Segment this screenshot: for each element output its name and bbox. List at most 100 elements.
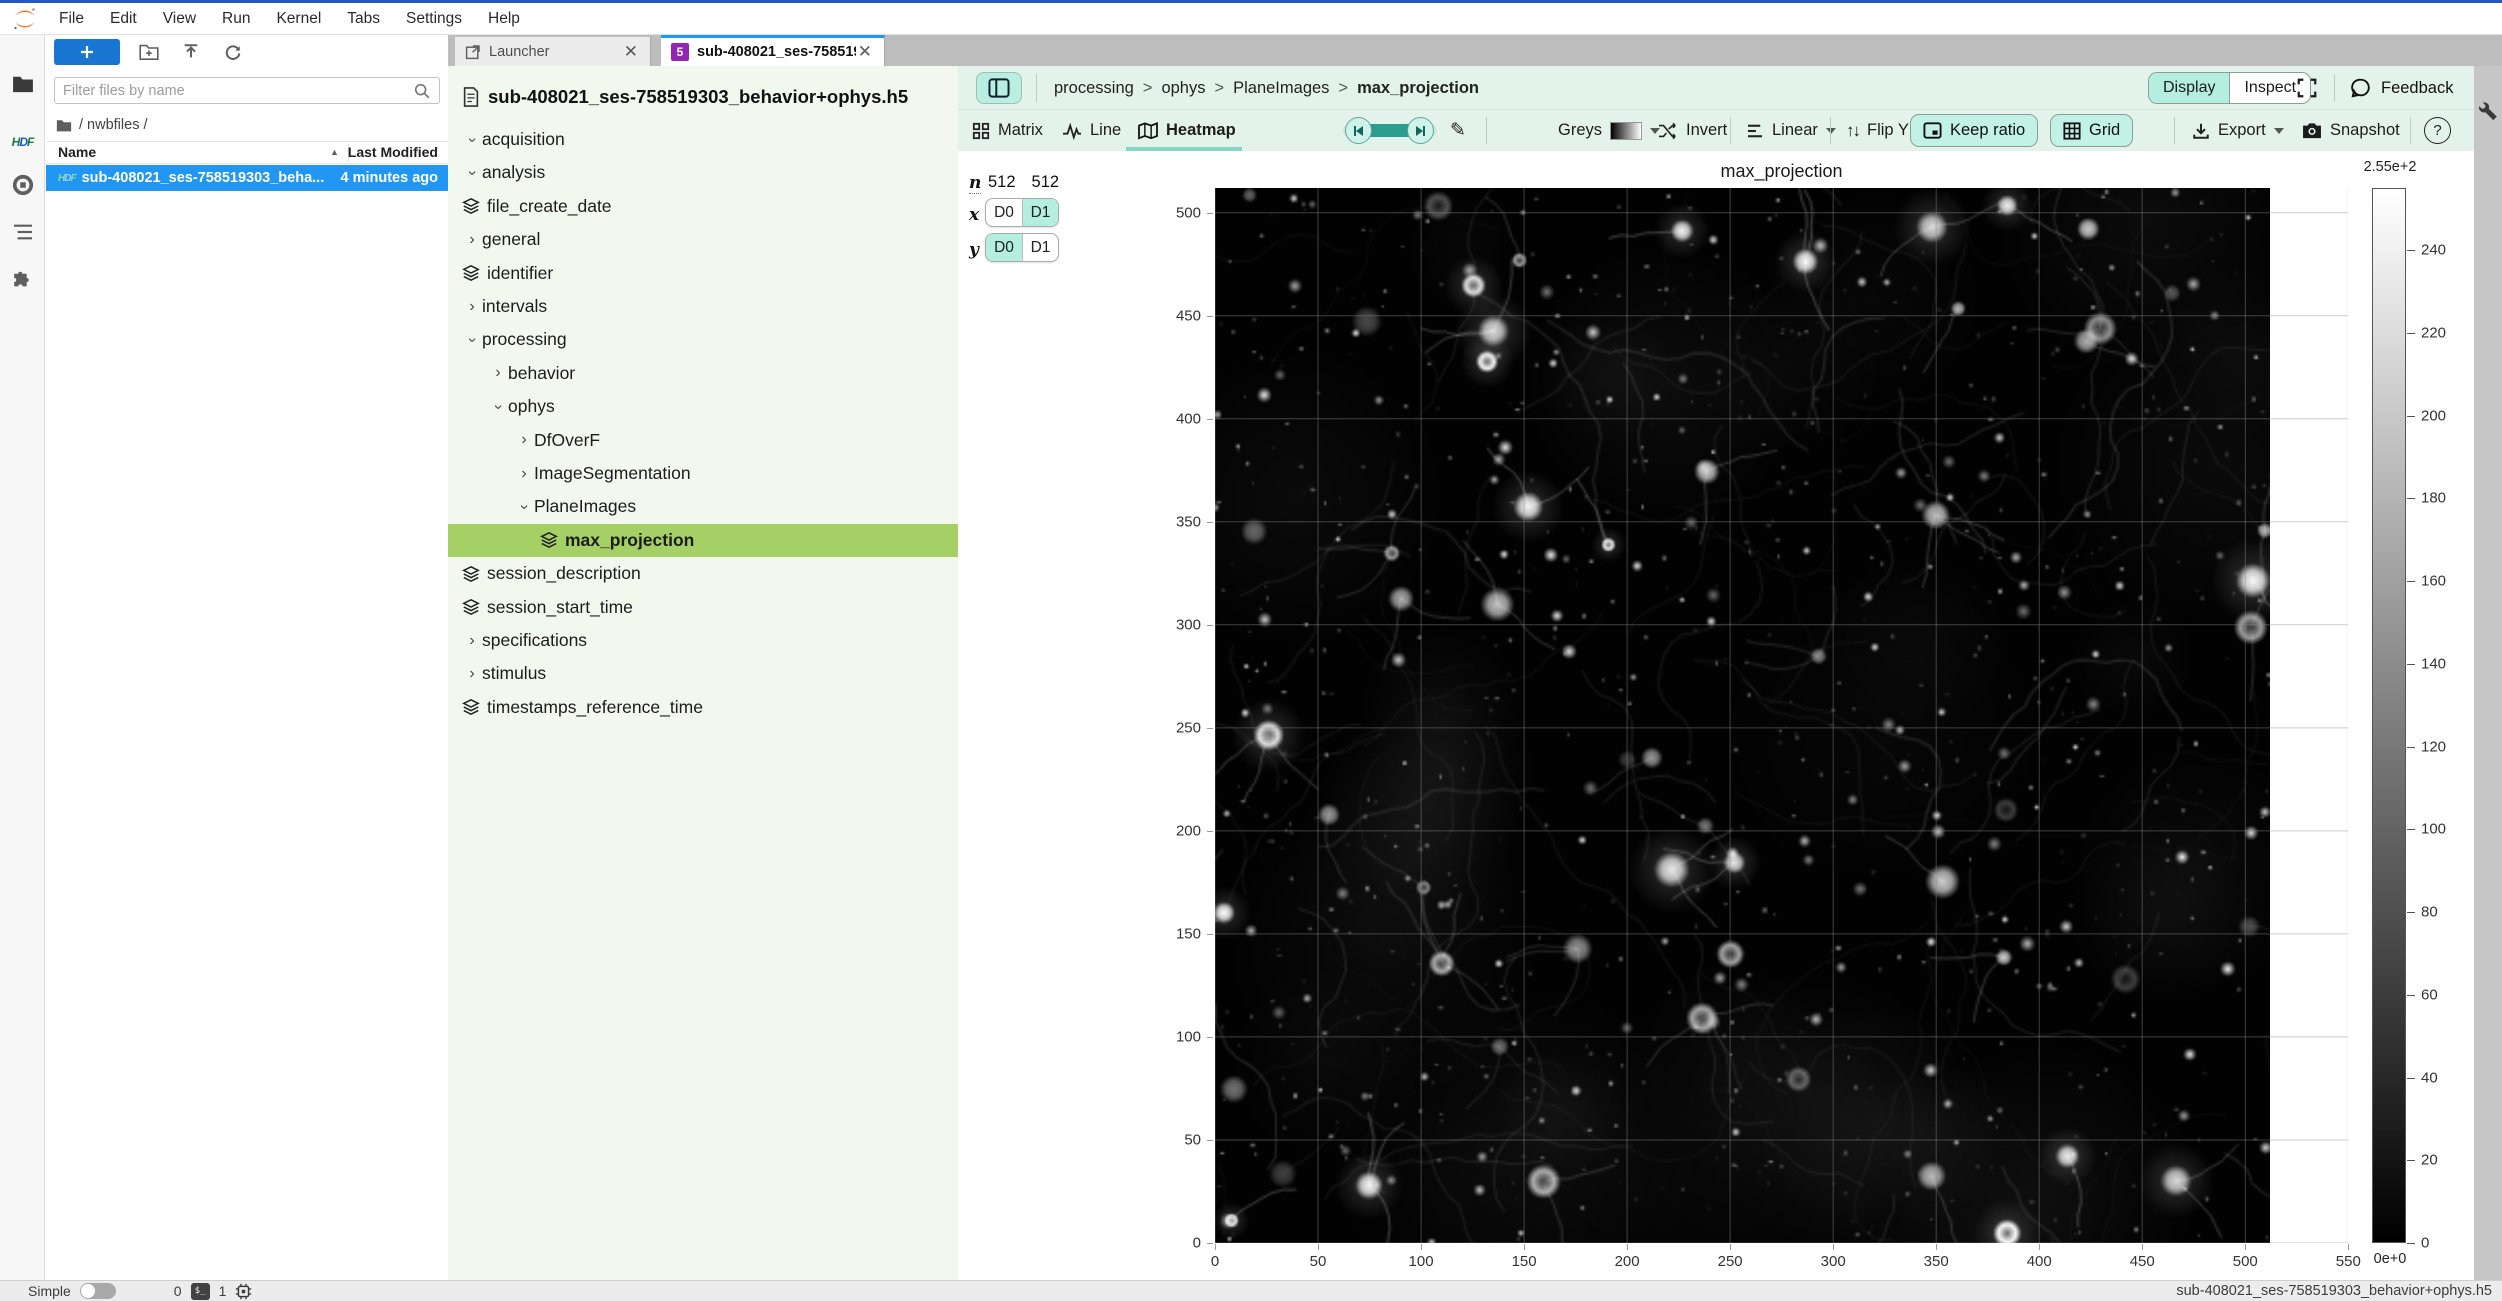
tab-label: sub-408021_ses-7585193: [697, 44, 856, 60]
modified-column-header[interactable]: Last Modified: [348, 144, 438, 160]
x-tick-label: 300: [1821, 1253, 1846, 1270]
vis-tab-heatmap[interactable]: Heatmap: [1138, 110, 1236, 151]
hdf5-viewer-icon[interactable]: HDF: [0, 125, 45, 159]
file-browser-toolbar: [46, 35, 448, 69]
file-name: sub-408021_ses-758519303_beha...: [82, 170, 341, 186]
y-tick-label: 100: [1176, 1028, 1201, 1045]
x-dim-option-D0[interactable]: D0: [986, 199, 1022, 226]
vis-tab-line[interactable]: Line: [1062, 110, 1121, 151]
right-scrollbar-strip[interactable]: [2474, 66, 2502, 1280]
sort-ascending-icon[interactable]: ▲: [330, 147, 339, 157]
tree-item-intervals[interactable]: ›intervals: [448, 290, 958, 323]
display-mode-button[interactable]: Display: [2149, 73, 2229, 103]
property-inspector-icon[interactable]: [2477, 100, 2501, 124]
tree-item-PlaneImages[interactable]: ›PlaneImages: [448, 490, 958, 523]
table-of-contents-icon[interactable]: [0, 215, 45, 249]
tree-item-acquisition[interactable]: ›acquisition: [448, 123, 958, 156]
tree-item-analysis[interactable]: ›analysis: [448, 156, 958, 189]
menu-run[interactable]: Run: [209, 3, 263, 35]
colorbar-tick-label: 180: [2421, 490, 2446, 507]
colorbar[interactable]: [2372, 188, 2406, 1243]
tree-item-identifier[interactable]: identifier: [448, 257, 958, 290]
snapshot-button[interactable]: Snapshot: [2302, 110, 2400, 151]
menu-kernel[interactable]: Kernel: [263, 3, 334, 35]
kernel-chip-icon[interactable]: [235, 1283, 252, 1300]
chevron-collapsed-icon: ›: [514, 431, 534, 449]
file-filter-input[interactable]: [55, 83, 413, 99]
x-tick: [2348, 1244, 2349, 1250]
chevron-collapsed-icon: ›: [514, 465, 534, 483]
hdf5-file-title[interactable]: sub-408021_ses-758519303_behavior+ophys.…: [462, 82, 908, 112]
y-dim-option-D0[interactable]: D0: [986, 234, 1022, 261]
tree-item-behavior[interactable]: ›behavior: [448, 357, 958, 390]
tree-item-ImageSegmentation[interactable]: ›ImageSegmentation: [448, 457, 958, 490]
scale-selector[interactable]: Linear: [1746, 110, 1836, 151]
toggle-sidebar-button[interactable]: [976, 72, 1022, 104]
tree-item-DfOverF[interactable]: ›DfOverF: [448, 424, 958, 457]
y-dimension-picker: D0D1: [985, 233, 1059, 262]
domain-max-handle[interactable]: [1407, 117, 1434, 144]
tab-launcher[interactable]: Launcher ✕: [455, 37, 651, 66]
dock-tab-bar: Launcher ✕ 5 sub-408021_ses-7585193 ✕: [448, 35, 2502, 66]
terminal-icon[interactable]: $_: [191, 1283, 210, 1300]
flip-y-button[interactable]: ↑↓ Flip Y: [1846, 110, 1909, 151]
extension-manager-icon[interactable]: [0, 263, 45, 297]
breadcrumb-segment-processing[interactable]: processing: [1054, 79, 1134, 98]
x-dim-option-D1[interactable]: D1: [1022, 199, 1058, 226]
refresh-icon[interactable]: [218, 39, 248, 65]
new-launcher-button[interactable]: [54, 39, 120, 65]
menu-settings[interactable]: Settings: [393, 3, 475, 35]
export-button[interactable]: Export: [2192, 110, 2284, 151]
tree-item-label: processing: [482, 329, 567, 350]
tree-item-file_create_date[interactable]: file_create_date: [448, 190, 958, 223]
tab-h5-file[interactable]: 5 sub-408021_ses-7585193 ✕: [661, 35, 885, 66]
menu-bar: FileEditViewRunKernelTabsSettingsHelp: [0, 3, 2502, 35]
help-button[interactable]: ?: [2424, 110, 2451, 151]
name-column-header[interactable]: Name: [58, 144, 96, 160]
grid-toggle[interactable]: Grid: [2050, 114, 2133, 147]
vis-tab-matrix[interactable]: Matrix: [972, 110, 1043, 151]
tree-item-session_start_time[interactable]: session_start_time: [448, 591, 958, 624]
keep-ratio-toggle[interactable]: Keep ratio: [1910, 114, 2038, 147]
tree-item-ophys[interactable]: ›ophys: [448, 390, 958, 423]
tree-item-general[interactable]: ›general: [448, 223, 958, 256]
running-sessions-icon[interactable]: [0, 168, 45, 202]
menu-tabs[interactable]: Tabs: [334, 3, 393, 35]
close-tab-icon[interactable]: ✕: [622, 42, 640, 62]
file-browser-icon[interactable]: [0, 67, 45, 101]
tree-item-processing[interactable]: ›processing: [448, 323, 958, 356]
tree-item-label: general: [482, 229, 540, 250]
tree-item-max_projection[interactable]: max_projection: [448, 524, 958, 557]
tree-item-label: stimulus: [482, 663, 546, 684]
colormap-selector[interactable]: Greys: [1558, 110, 1660, 151]
colorbar-tick-label: 220: [2421, 324, 2446, 341]
y-dim-option-D1[interactable]: D1: [1022, 234, 1058, 261]
menu-help[interactable]: Help: [475, 3, 533, 35]
x-tick-label: 400: [2027, 1253, 2052, 1270]
menu-edit[interactable]: Edit: [97, 3, 150, 35]
breadcrumb-segment-PlaneImages[interactable]: PlaneImages: [1233, 79, 1329, 98]
menu-view[interactable]: View: [150, 3, 209, 35]
invert-colormap-button[interactable]: Invert: [1658, 110, 1727, 151]
breadcrumb-segment-max_projection[interactable]: max_projection: [1357, 79, 1479, 98]
feedback-button[interactable]: Feedback: [2350, 66, 2453, 110]
edit-domain-button[interactable]: ✎: [1450, 110, 1466, 151]
tree-item-timestamps_reference_time[interactable]: timestamps_reference_time: [448, 691, 958, 724]
tree-item-stimulus[interactable]: ›stimulus: [448, 657, 958, 690]
new-folder-icon[interactable]: [134, 39, 164, 65]
question-icon: ?: [2424, 117, 2451, 144]
file-browser-breadcrumb[interactable]: / nwbfiles /: [56, 115, 148, 135]
domain-min-handle[interactable]: [1345, 117, 1372, 144]
file-row-selected[interactable]: HDF sub-408021_ses-758519303_beha... 4 m…: [46, 165, 448, 191]
tree-item-specifications[interactable]: ›specifications: [448, 624, 958, 657]
breadcrumb-segment-ophys[interactable]: ophys: [1161, 79, 1205, 98]
tree-item-session_description[interactable]: session_description: [448, 557, 958, 590]
menu-file[interactable]: File: [46, 3, 97, 35]
simple-mode-toggle[interactable]: [80, 1283, 116, 1299]
upload-icon[interactable]: [176, 39, 206, 65]
fullscreen-button[interactable]: [2292, 74, 2322, 102]
close-tab-icon[interactable]: ✕: [856, 42, 874, 62]
heatmap-canvas[interactable]: [1215, 188, 2270, 1243]
tree-item-label: session_description: [487, 563, 641, 584]
left-activity-bar: HDF: [0, 35, 45, 1280]
